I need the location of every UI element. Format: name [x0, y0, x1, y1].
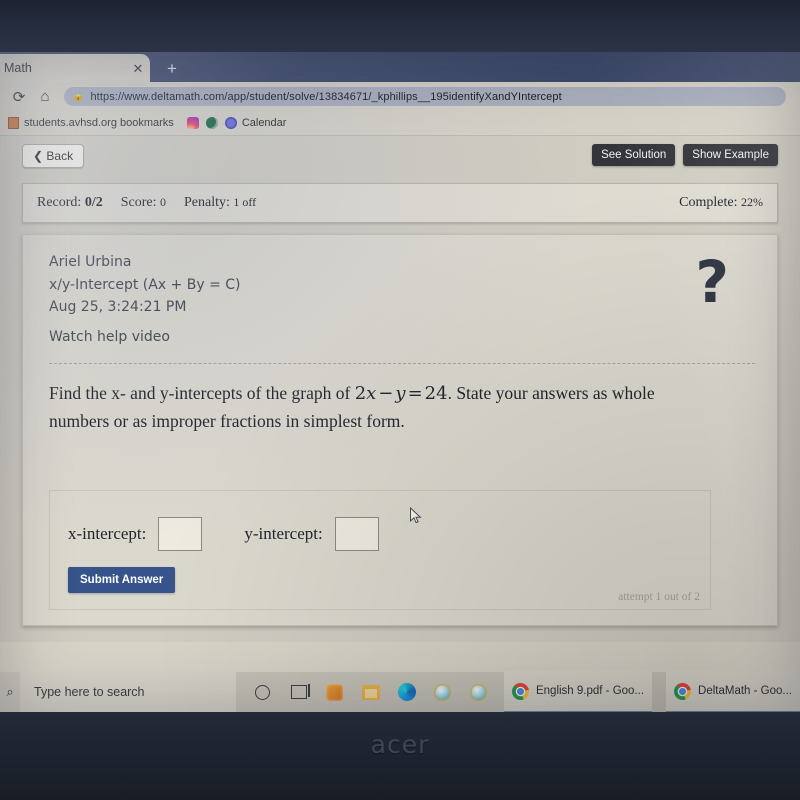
score-value: 0 — [159, 195, 166, 209]
instagram-icon — [186, 117, 199, 129]
assignment-name: x/y-Intercept (Ax + By = C) — [49, 276, 241, 293]
window-label: DeltaMath - Goo... — [698, 685, 792, 697]
watch-help-video-link[interactable]: Watch help video — [49, 326, 755, 349]
url-text: https://www.deltamath.com/app/student/so… — [90, 90, 562, 103]
bookmark-globe[interactable] — [205, 117, 218, 129]
laptop-screen: Math ✕ + ⟳ ⌂ 🔒 https://www.deltamath.com… — [0, 52, 800, 712]
start-button[interactable]: ⌕ — [0, 684, 20, 700]
lock-icon: 🔒 — [72, 91, 85, 102]
help-question-mark-icon[interactable]: ? — [695, 253, 729, 311]
browser-tab-strip: Math ✕ + — [0, 52, 800, 82]
deltamath-page: ❮ Back See Solution Show Example Record:… — [0, 136, 800, 642]
equation-coefficient: 2 — [354, 382, 367, 404]
task-view-icon[interactable] — [288, 681, 310, 703]
back-label: Back — [46, 149, 74, 163]
x-intercept-input[interactable] — [158, 517, 203, 551]
edge-icon[interactable] — [396, 681, 418, 703]
submit-answer-button[interactable]: Submit Answer — [68, 567, 176, 593]
y-intercept-label: y-intercept: — [244, 524, 323, 543]
question-part-1: Find the x- and y-intercepts of the grap… — [49, 382, 355, 403]
taskbar-icons: English 9.pdf - Goo... DeltaMath - Goo..… — [235, 671, 800, 712]
chrome-icon — [511, 682, 529, 700]
page-topbar: ❮ Back See Solution Show Example — [22, 136, 778, 174]
internet-explorer-icon[interactable] — [432, 681, 454, 703]
bookmark-instagram[interactable] — [186, 117, 199, 129]
score-label: Score: — [120, 195, 157, 210]
new-tab-icon[interactable]: + — [158, 58, 186, 80]
windows-taskbar: ⌕ Type here to search English 9.pdf - Go… — [0, 671, 800, 712]
show-example-button[interactable]: Show Example — [683, 144, 778, 166]
penalty-value: 1 off — [233, 195, 257, 209]
penalty-stat: Penalty: 1 off — [184, 195, 256, 211]
complete-value: 22% — [741, 195, 763, 209]
browser-toolbar: ⟳ ⌂ 🔒 https://www.deltamath.com/app/stud… — [0, 82, 800, 111]
bookmarks-bar: students.avhsd.org bookmarks Calendar — [0, 111, 800, 136]
bookmark-label: Calendar — [241, 117, 287, 129]
student-name: Ariel Urbina — [49, 254, 132, 270]
topbar-actions: See Solution Show Example — [592, 144, 778, 166]
window-label: English 9.pdf - Goo... — [535, 685, 645, 697]
status-bar: Record: 0/2 Score: 0 Penalty: 1 off Comp… — [22, 183, 778, 223]
answer-area: x-intercept: y-intercept: Submit Answer … — [49, 490, 711, 610]
chrome-icon — [674, 682, 692, 700]
problem-timestamp: Aug 25, 3:24:21 PM — [49, 299, 187, 316]
search-input[interactable]: Type here to search — [20, 672, 236, 712]
folder-icon — [8, 117, 19, 129]
see-solution-button[interactable]: See Solution — [592, 144, 676, 166]
equation-equals-sign: = — [407, 382, 423, 404]
globe-icon — [205, 117, 218, 129]
reload-icon[interactable]: ⟳ — [6, 85, 32, 109]
bookmark-students-avhsd[interactable]: students.avhsd.org bookmarks — [8, 117, 174, 129]
record-stat: Record: 0/2 — [37, 195, 103, 211]
calendar-icon — [224, 117, 237, 129]
cortana-icon[interactable] — [252, 681, 274, 703]
attempt-counter: attempt 1 out of 2 — [618, 591, 700, 603]
divider — [49, 362, 755, 364]
bookmark-label: students.avhsd.org bookmarks — [24, 117, 174, 129]
question-text: Find the x- and y-intercepts of the grap… — [49, 380, 689, 435]
browser-tab[interactable]: Math ✕ — [0, 54, 150, 82]
equation-operator: − — [378, 382, 394, 404]
home-icon[interactable]: ⌂ — [32, 85, 58, 109]
equation-constant: 24 — [424, 382, 448, 404]
intercept-inputs-row: x-intercept: y-intercept: — [68, 517, 379, 551]
problem-card: ? Ariel Urbina x/y-Intercept (Ax + By = … — [22, 234, 778, 626]
tab-title: Math — [4, 61, 32, 75]
file-explorer-icon[interactable] — [360, 681, 382, 703]
x-intercept-label: x-intercept: — [68, 524, 147, 543]
office-icon[interactable] — [324, 681, 346, 703]
penalty-label: Penalty: — [183, 195, 230, 210]
close-icon[interactable]: ✕ — [126, 62, 150, 75]
score-stat: Score: 0 — [121, 195, 166, 211]
acer-logo: acer — [370, 730, 430, 759]
complete-label: Complete: — [679, 195, 738, 210]
equation: 2x − y = 24 — [355, 383, 448, 404]
chevron-left-icon: ❮ — [33, 149, 44, 163]
back-button[interactable]: ❮ Back — [22, 144, 85, 168]
taskbar-window-deltamath[interactable]: DeltaMath - Goo... — [666, 671, 800, 712]
status-left-group: Record: 0/2 Score: 0 Penalty: 1 off — [37, 195, 256, 211]
taskbar-window-english-pdf[interactable]: English 9.pdf - Goo... — [503, 671, 653, 712]
address-bar[interactable]: 🔒 https://www.deltamath.com/app/student/… — [64, 87, 786, 106]
internet-explorer-icon[interactable] — [468, 681, 490, 703]
y-intercept-input[interactable] — [334, 517, 379, 551]
bookmark-calendar[interactable]: Calendar — [224, 117, 287, 129]
laptop-top-bezel — [0, 0, 800, 52]
equation-x-variable: x — [366, 382, 377, 404]
record-value: 0/2 — [84, 195, 103, 210]
equation-y-variable: y — [395, 382, 406, 404]
complete-stat: Complete: 22% — [679, 195, 763, 211]
search-placeholder: Type here to search — [34, 685, 145, 699]
record-label: Record: — [37, 195, 82, 210]
problem-meta: Ariel Urbina x/y-Intercept (Ax + By = C)… — [49, 251, 755, 349]
laptop-photo: Math ✕ + ⟳ ⌂ 🔒 https://www.deltamath.com… — [0, 0, 800, 800]
